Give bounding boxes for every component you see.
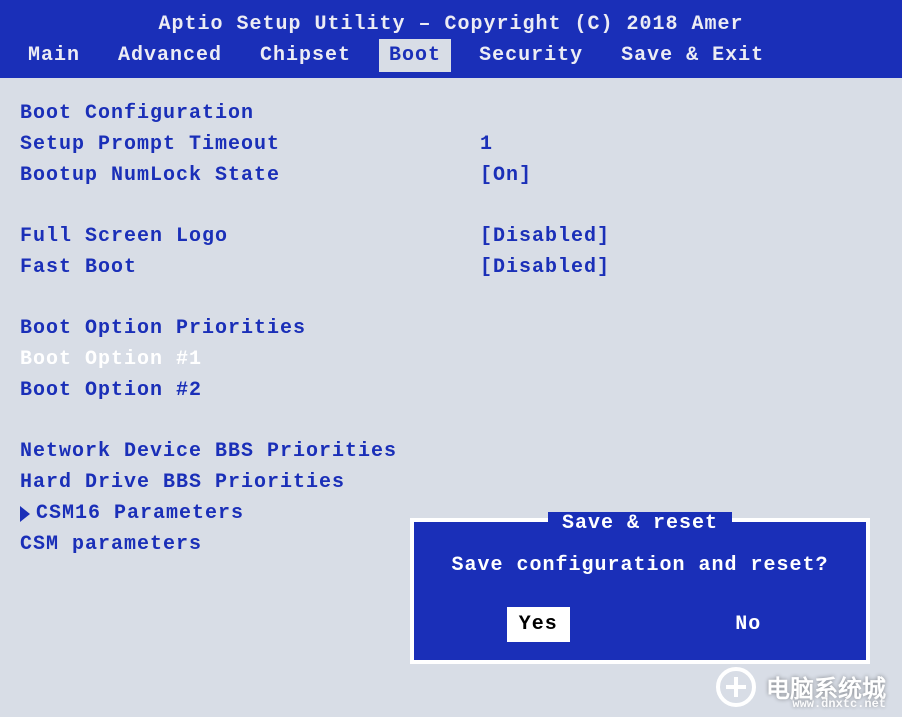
dialog-title: Save & reset bbox=[548, 512, 732, 535]
boot-option-1[interactable]: Boot Option #1 bbox=[20, 344, 874, 375]
submenu-network-bbs[interactable]: Network Device BBS Priorities bbox=[20, 436, 874, 467]
boot-option-2[interactable]: Boot Option #2 bbox=[20, 375, 874, 406]
dialog-buttons: Yes No bbox=[430, 607, 850, 642]
setting-value: [Disabled] bbox=[480, 252, 874, 283]
submenu-label: Hard Drive BBS Priorities bbox=[20, 467, 345, 498]
boot-page: Boot Configuration Setup Prompt Timeout … bbox=[0, 78, 902, 695]
utility-title: Aptio Setup Utility – Copyright (C) 2018… bbox=[18, 10, 884, 39]
watermark: 电脑系统城 www.dnxtc.net bbox=[716, 667, 886, 707]
dialog-message: Save configuration and reset? bbox=[430, 550, 850, 581]
setting-label: Setup Prompt Timeout bbox=[20, 129, 480, 160]
yes-button[interactable]: Yes bbox=[507, 607, 570, 642]
setting-value: 1 bbox=[480, 129, 874, 160]
setting-value: [On] bbox=[480, 160, 874, 191]
tab-chipset[interactable]: Chipset bbox=[250, 39, 361, 72]
setting-label: Bootup NumLock State bbox=[20, 160, 480, 191]
section-boot-configuration: Boot Configuration bbox=[20, 98, 874, 129]
setting-full-screen-logo[interactable]: Full Screen Logo [Disabled] bbox=[20, 221, 874, 252]
submenu-label: CSM16 Parameters bbox=[36, 498, 244, 529]
tab-security[interactable]: Security bbox=[469, 39, 593, 72]
no-button[interactable]: No bbox=[723, 607, 773, 642]
setting-bootup-numlock-state[interactable]: Bootup NumLock State [On] bbox=[20, 160, 874, 191]
tab-advanced[interactable]: Advanced bbox=[108, 39, 232, 72]
tab-main[interactable]: Main bbox=[18, 39, 90, 72]
setting-fast-boot[interactable]: Fast Boot [Disabled] bbox=[20, 252, 874, 283]
save-reset-dialog: Save & reset Save configuration and rese… bbox=[410, 518, 870, 664]
setting-label: Fast Boot bbox=[20, 252, 480, 283]
setting-setup-prompt-timeout[interactable]: Setup Prompt Timeout 1 bbox=[20, 129, 874, 160]
tab-boot[interactable]: Boot bbox=[379, 39, 451, 72]
tab-save-exit[interactable]: Save & Exit bbox=[611, 39, 774, 72]
watermark-url: www.dnxtc.net bbox=[792, 697, 886, 711]
setting-label: Full Screen Logo bbox=[20, 221, 480, 252]
triangle-icon bbox=[20, 506, 30, 522]
submenu-label: Network Device BBS Priorities bbox=[20, 436, 397, 467]
section-boot-option-priorities: Boot Option Priorities bbox=[20, 313, 874, 344]
watermark-logo-icon bbox=[716, 667, 756, 707]
tab-bar: Main Advanced Chipset Boot Security Save… bbox=[18, 39, 884, 78]
submenu-label: CSM parameters bbox=[20, 529, 202, 560]
boot-option-label: Boot Option #1 bbox=[20, 344, 480, 375]
bios-header: Aptio Setup Utility – Copyright (C) 2018… bbox=[0, 0, 902, 78]
setting-value: [Disabled] bbox=[480, 221, 874, 252]
boot-option-label: Boot Option #2 bbox=[20, 375, 480, 406]
submenu-harddrive-bbs[interactable]: Hard Drive BBS Priorities bbox=[20, 467, 874, 498]
